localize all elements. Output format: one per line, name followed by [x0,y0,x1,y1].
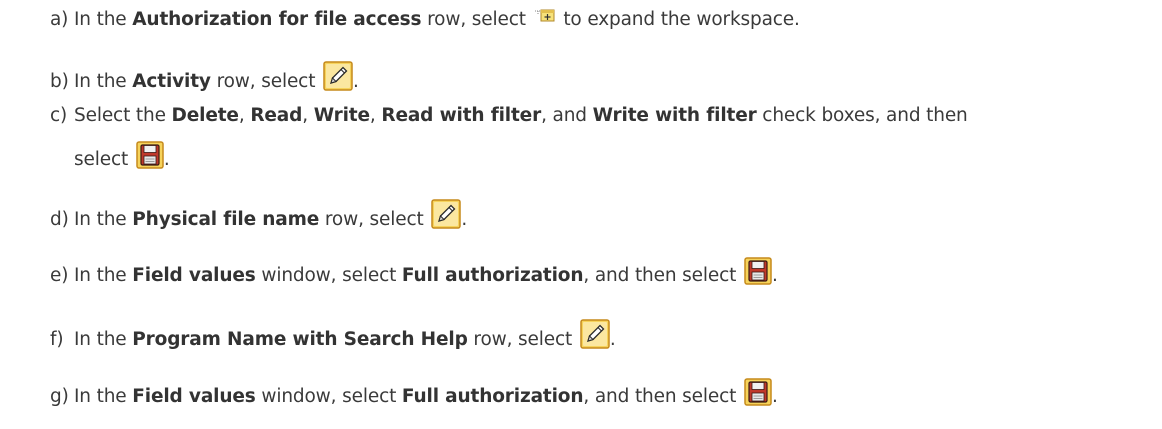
step-text: , and then select [583,386,742,407]
step-text: . [353,71,359,92]
step-text: window, select [255,265,402,286]
save-floppy-icon [744,378,772,406]
step-letter: b) [50,71,69,92]
instruction-steps: a) In the Authorization for file access r… [0,0,1162,429]
step-emphasis: Full authorization [401,265,584,286]
step-c: c) Select the Delete, Read, Write, Read w… [50,103,968,129]
step-text: , [238,105,251,126]
step-d: d) In the Physical file name row, select … [50,199,467,233]
step-emphasis: Physical file name [132,209,320,230]
step-emphasis: Activity [132,71,211,92]
step-text: , [302,105,314,126]
step-emphasis: Write [313,105,370,126]
step-letter: e) [50,265,69,286]
step-text: row, select [467,329,578,350]
step-emphasis: Delete [171,105,239,126]
step-emphasis: Full authorization [401,386,584,407]
step-e: e) In the Field values window, select Ful… [50,257,778,289]
pencil-edit-icon [431,199,462,229]
step-c-continuation: select . [74,141,170,173]
step-text: row, select [421,9,532,30]
step-text: In the [74,329,133,350]
step-letter: g) [50,386,69,407]
step-letter: c) [50,105,68,126]
step-text: window, select [255,386,402,407]
step-text: Select the [74,105,172,126]
step-text: , [369,105,382,126]
step-emphasis: Authorization for file access [132,9,422,30]
step-text: In the [74,9,133,30]
step-emphasis: Field values [132,265,256,286]
step-text: . [609,329,616,350]
step-text: In the [74,265,133,286]
step-letter: f) [50,329,64,350]
save-floppy-icon [744,257,772,285]
step-emphasis: Write with filter [592,105,757,126]
step-text: check boxes, and then [756,105,968,126]
step-emphasis: Read [250,105,303,126]
step-letter: d) [50,209,69,230]
pencil-edit-icon [323,61,353,91]
step-g: g) In the Field values window, select Ful… [50,378,778,410]
step-text: In the [74,209,133,230]
step-text: In the [74,386,133,407]
step-text: . [163,149,170,170]
step-text: . [771,386,778,407]
step-text: select [74,149,134,170]
step-emphasis: Program Name with Search Help [132,329,468,350]
step-emphasis: Field values [132,386,256,407]
step-text: row, select [210,71,322,92]
expand-workspace-icon [534,9,555,23]
step-emphasis: Read with filter [381,105,542,126]
step-text: row, select [319,209,430,230]
pencil-edit-icon [580,319,610,349]
step-text: to expand the workspace. [557,9,800,30]
step-text: , and then select [583,265,742,286]
step-text: . [461,209,468,230]
step-letter: a) [50,9,69,30]
step-f: f) In the Program Name with Search Help r… [50,319,616,353]
step-b: b) In the Activity row, select . [50,61,359,95]
step-a: a) In the Authorization for file access r… [50,7,800,33]
save-floppy-icon [136,141,164,169]
step-text: . [771,265,778,286]
step-text: , and [541,105,593,126]
step-text: In the [74,71,133,92]
